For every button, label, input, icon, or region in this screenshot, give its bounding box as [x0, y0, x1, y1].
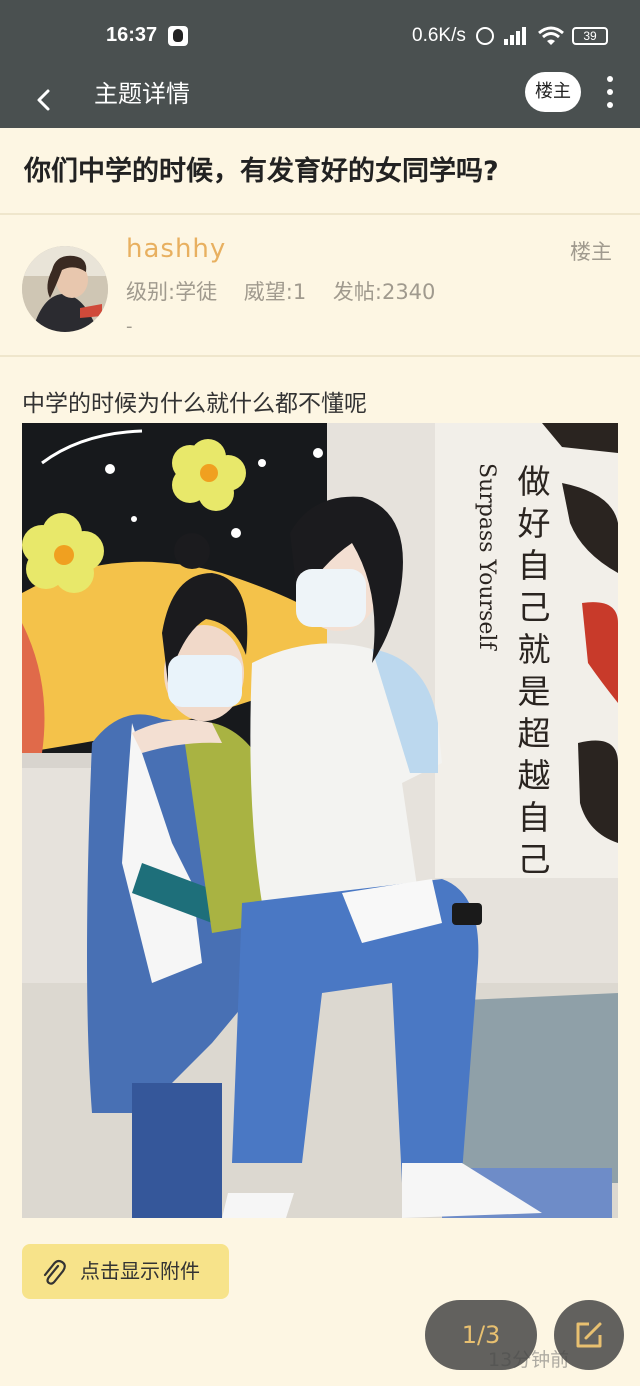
status-bar: 16:37 0.6K/s 39: [0, 0, 640, 72]
page-indicator[interactable]: 1/3: [425, 1300, 537, 1370]
more-options-icon[interactable]: [598, 74, 622, 110]
network-speed: 0.6K/s: [412, 25, 466, 46]
page-title: 主题详情: [94, 80, 190, 108]
divider: [0, 213, 640, 215]
divider: [0, 355, 640, 357]
app-bar: 主题详情 楼主: [0, 72, 640, 128]
post-text: 中学的时候为什么就什么都不懂呢: [22, 391, 367, 417]
author-meta: 级别:学徒 威望:1 发帖:2340: [126, 276, 455, 306]
reply-button[interactable]: [554, 1300, 624, 1370]
avatar[interactable]: [22, 246, 108, 332]
wifi-icon: [538, 26, 564, 45]
status-time: 16:37: [106, 24, 158, 46]
op-tag: 楼主: [570, 240, 612, 264]
show-attachment-button[interactable]: 点击显示附件: [22, 1244, 229, 1299]
avatar-image: [22, 246, 108, 332]
alarm-icon: [476, 27, 494, 45]
edit-icon: [576, 1322, 602, 1348]
paperclip-icon: [43, 1259, 66, 1285]
photo-caption-en: Surpass Yourself: [474, 463, 499, 651]
post-photo[interactable]: Surpass Yourself 做好自己就是超越自己: [22, 423, 618, 1218]
author-prestige: 威望:1: [243, 280, 307, 304]
qq-notification-icon: [168, 26, 188, 46]
battery-indicator: 39: [572, 27, 608, 45]
post-photo-image: Surpass Yourself 做好自己就是超越自己: [22, 423, 618, 1218]
only-op-button[interactable]: 楼主: [525, 72, 581, 112]
author-level: 级别:学徒: [126, 280, 218, 304]
author-name[interactable]: hashhy: [126, 234, 226, 264]
signal-icon: [504, 27, 530, 45]
author-post-count: 发帖:2340: [332, 280, 436, 304]
show-attachment-label: 点击显示附件: [80, 1259, 200, 1283]
author-signature: -: [126, 316, 133, 337]
topic-title: 你们中学的时候，有发育好的女同学吗?: [24, 156, 499, 187]
back-arrow-icon[interactable]: [30, 86, 58, 114]
